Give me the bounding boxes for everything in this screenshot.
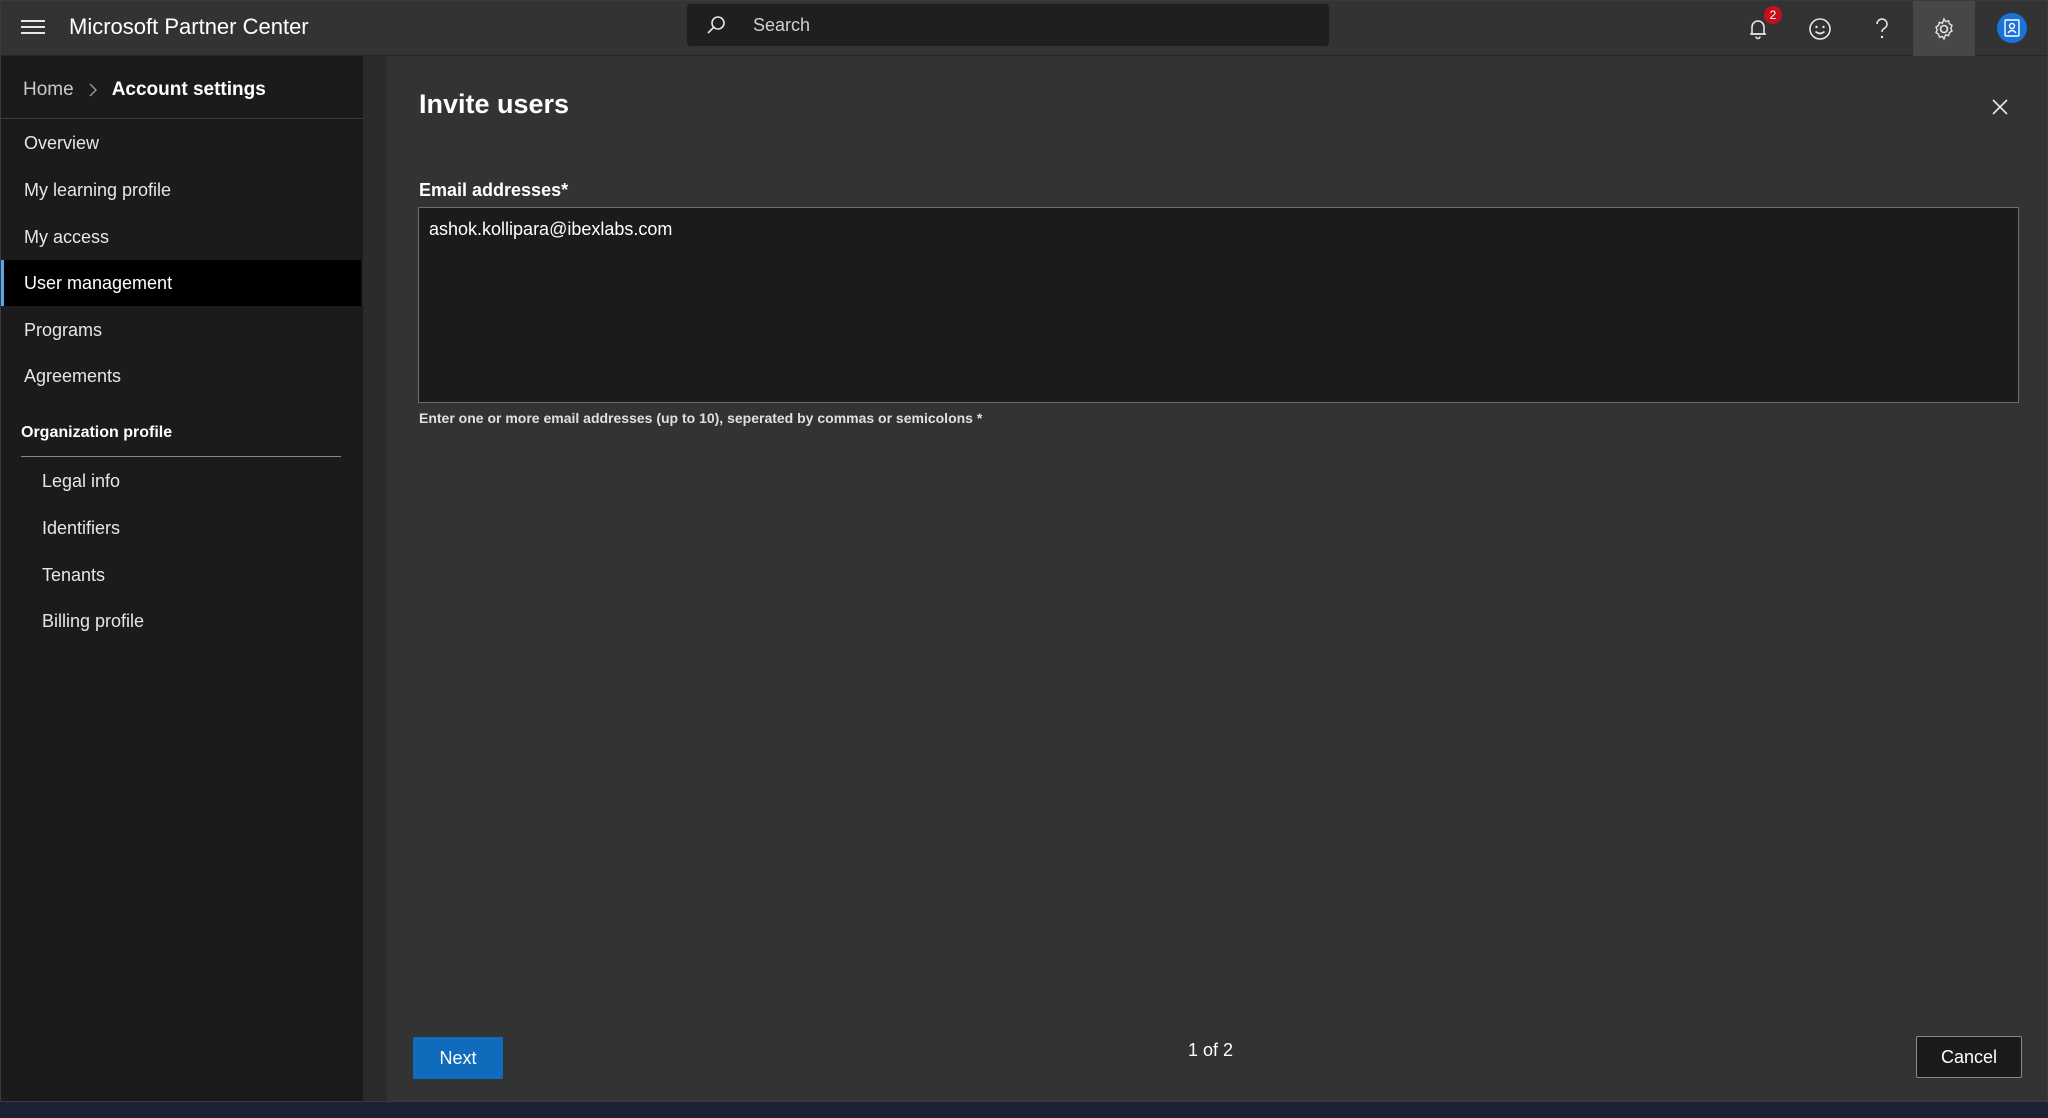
- search-input[interactable]: [753, 4, 1313, 46]
- search-icon: [707, 16, 725, 34]
- sidebar-item-tenants[interactable]: Tenants: [1, 552, 361, 598]
- notification-badge: 2: [1764, 6, 1782, 24]
- partner-center-window: Microsoft Partner Center 2: [0, 0, 2048, 1102]
- sidebar-item-user-management[interactable]: User management: [1, 260, 361, 306]
- help-icon: [1876, 17, 1888, 38]
- avatar-icon: [2004, 19, 2020, 37]
- chevron-right-icon: [89, 83, 97, 97]
- sidebar-item-overview[interactable]: Overview: [1, 120, 361, 166]
- email-addresses-label: Email addresses*: [419, 180, 568, 201]
- step-indicator: 1 of 2: [1188, 1040, 1234, 1060]
- email-label-text: Email addresses: [419, 180, 562, 200]
- sidebar-item-my-learning-profile[interactable]: My learning profile: [1, 167, 361, 213]
- required-marker: *: [561, 180, 569, 200]
- close-icon: [1992, 99, 2008, 115]
- gear-icon: [1935, 16, 1953, 41]
- breadcrumb: Home Account settings: [23, 76, 266, 104]
- sidebar-item-billing-profile[interactable]: Billing profile: [1, 598, 361, 644]
- invite-users-panel: Invite users Email addresses* ashok.koll…: [387, 56, 2047, 1101]
- breadcrumb-current: Account settings: [111, 79, 266, 100]
- smiley-icon: [1809, 17, 1831, 40]
- sidebar-item-agreements[interactable]: Agreements: [1, 353, 361, 399]
- sidebar-item-legal-info[interactable]: Legal info: [1, 458, 361, 504]
- help-button[interactable]: [1851, 1, 1913, 56]
- search-box[interactable]: [687, 4, 1329, 46]
- panel-title: Invite users: [419, 89, 570, 119]
- sidebar: Home Account settings Overview My learni…: [1, 56, 386, 1101]
- top-bar: Microsoft Partner Center 2: [1, 1, 2047, 56]
- close-button[interactable]: [1983, 90, 2017, 124]
- cancel-button[interactable]: Cancel: [1916, 1036, 2022, 1078]
- app-title[interactable]: Microsoft Partner Center: [69, 14, 309, 40]
- hamburger-menu-icon[interactable]: [19, 16, 47, 40]
- settings-button[interactable]: [1913, 1, 1975, 56]
- sidebar-item-programs[interactable]: Programs: [1, 307, 361, 353]
- sidebar-item-identifiers[interactable]: Identifiers: [1, 505, 361, 551]
- next-button[interactable]: Next: [413, 1037, 503, 1079]
- email-addresses-field[interactable]: ashok.kollipara@ibexlabs.com: [418, 207, 2019, 403]
- section-divider: [21, 456, 341, 457]
- sidebar-scroll-track[interactable]: [363, 56, 387, 1101]
- breadcrumb-home[interactable]: Home: [23, 79, 74, 101]
- section-title-organization-profile: Organization profile: [21, 424, 173, 441]
- email-hint: Enter one or more email addresses (up to…: [419, 410, 983, 426]
- account-avatar[interactable]: [1997, 13, 2027, 43]
- breadcrumb-divider: [1, 118, 386, 119]
- sidebar-item-my-access[interactable]: My access: [1, 214, 361, 260]
- feedback-button[interactable]: [1789, 1, 1851, 56]
